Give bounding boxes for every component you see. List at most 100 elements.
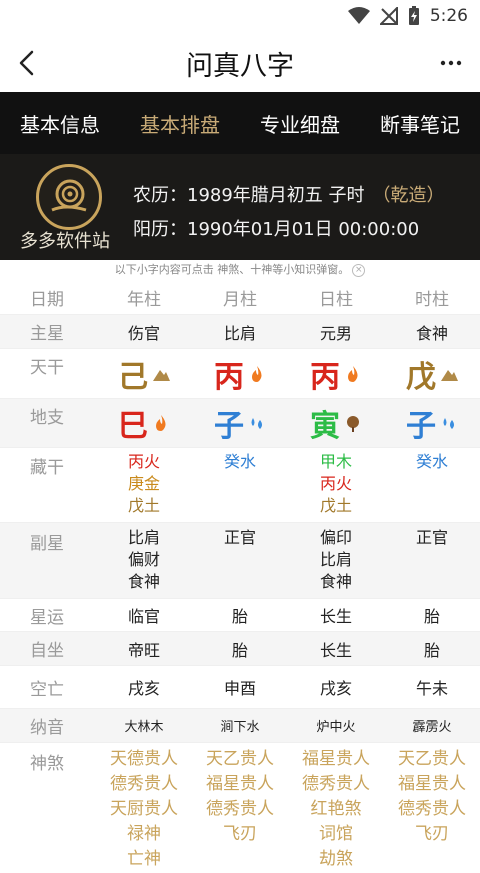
more-options-icon[interactable] xyxy=(436,48,466,78)
main-star-cell[interactable]: 伤官 xyxy=(96,320,192,344)
sub-star-item[interactable]: 比肩 xyxy=(288,549,384,571)
profile-banner: 多多软件站 农历：1989年腊月初五 子时 （乾造） 阳历：1990年01月01日… xyxy=(0,154,480,260)
earthly-branch-char[interactable]: 寅 xyxy=(310,401,340,445)
shensha-item[interactable]: 福星贵人 xyxy=(288,747,384,772)
sub-star-row: 副星 比肩 偏财 食神 正官 偏印 比肩 食神 正官 xyxy=(0,523,480,599)
void-cell[interactable]: 申酉 xyxy=(192,675,288,699)
star-fortune-cell[interactable]: 胎 xyxy=(192,603,288,627)
main-star-cell[interactable]: 食神 xyxy=(384,320,480,344)
hidden-stem-item[interactable]: 丙火 xyxy=(288,473,384,495)
tab-bar: 基本信息 基本排盘 专业细盘 断事笔记 xyxy=(0,92,480,154)
sub-star-item[interactable]: 偏财 xyxy=(96,549,192,571)
row-label-void: 空亡 xyxy=(30,679,64,700)
water-element-icon xyxy=(251,418,262,429)
tab-basic-info[interactable]: 基本信息 xyxy=(0,109,120,138)
self-sit-cell[interactable]: 胎 xyxy=(192,637,288,661)
row-label-hidden-stems: 藏干 xyxy=(30,458,64,478)
main-star-cell[interactable]: 比肩 xyxy=(192,320,288,344)
nayin-cell[interactable]: 炉中火 xyxy=(288,716,384,735)
avatar[interactable] xyxy=(36,164,102,230)
hidden-stem-item[interactable]: 丙火 xyxy=(96,451,192,473)
nayin-row: 纳音 大林木 涧下水 炉中火 霹雳火 xyxy=(0,709,480,743)
lunar-date: 农历：1989年腊月初五 子时 （乾造） xyxy=(133,181,445,207)
shensha-item[interactable]: 天乙贵人 xyxy=(384,747,480,772)
shensha-item[interactable]: 德秀贵人 xyxy=(96,772,192,797)
void-cell[interactable]: 戌亥 xyxy=(288,675,384,699)
earthly-branch-char[interactable]: 子 xyxy=(214,401,244,445)
main-star-cell[interactable]: 元男 xyxy=(288,320,384,344)
shensha-item[interactable]: 亡神 xyxy=(96,847,192,872)
sub-star-item[interactable]: 比肩 xyxy=(96,527,192,549)
shensha-item[interactable]: 天德贵人 xyxy=(96,747,192,772)
nayin-cell[interactable]: 霹雳火 xyxy=(384,716,480,735)
shensha-item[interactable]: 德秀贵人 xyxy=(384,797,480,822)
void-cell[interactable]: 午未 xyxy=(384,675,480,699)
sub-star-item[interactable]: 正官 xyxy=(192,527,288,549)
shensha-item[interactable]: 福星贵人 xyxy=(384,772,480,797)
col-header-month: 月柱 xyxy=(223,289,257,310)
heavenly-stem-char[interactable]: 丙 xyxy=(310,352,340,396)
nayin-cell[interactable]: 涧下水 xyxy=(192,716,288,735)
shensha-item[interactable]: 红艳煞 xyxy=(288,797,384,822)
tab-notes[interactable]: 断事笔记 xyxy=(360,109,480,138)
earth-element-icon xyxy=(441,369,458,381)
heavenly-stem-char[interactable]: 丙 xyxy=(214,352,244,396)
shensha-row: 神煞 天德贵人 德秀贵人 天厨贵人 禄神 亡神 天乙贵人 福星贵人 德秀贵人 飞… xyxy=(0,743,480,873)
star-fortune-cell[interactable]: 临官 xyxy=(96,603,192,627)
star-fortune-cell[interactable]: 长生 xyxy=(288,603,384,627)
col-header-year: 年柱 xyxy=(127,289,161,310)
row-label-heavenly-stem: 天干 xyxy=(30,358,64,378)
self-sit-cell[interactable]: 帝旺 xyxy=(96,637,192,661)
status-time: 5:26 xyxy=(429,6,468,26)
row-label-earthly-branch: 地支 xyxy=(30,408,64,428)
gender-badge: （乾造） xyxy=(372,185,445,206)
tab-pro-detail[interactable]: 专业细盘 xyxy=(240,109,360,138)
hidden-stem-item[interactable]: 癸水 xyxy=(384,451,480,473)
star-fortune-row: 星运 临官 胎 长生 胎 xyxy=(0,599,480,632)
wifi-icon xyxy=(347,7,370,24)
hidden-stem-item[interactable]: 甲木 xyxy=(288,451,384,473)
col-header-day: 日柱 xyxy=(319,289,353,310)
sub-star-item[interactable]: 正官 xyxy=(384,527,480,549)
void-row: 空亡 戌亥 申酉 戌亥 午未 xyxy=(0,666,480,709)
earthly-branch-char[interactable]: 子 xyxy=(406,401,436,445)
earthly-branch-char[interactable]: 巳 xyxy=(118,401,148,445)
fire-element-icon xyxy=(348,365,358,382)
hidden-stem-item[interactable]: 戊土 xyxy=(288,495,384,517)
shensha-item[interactable]: 德秀贵人 xyxy=(192,797,288,822)
shensha-item[interactable]: 飞刃 xyxy=(384,822,480,847)
self-sit-cell[interactable]: 长生 xyxy=(288,637,384,661)
shensha-item[interactable]: 福星贵人 xyxy=(192,772,288,797)
earthly-branch-row: 地支 巳 子 寅 子 xyxy=(0,399,480,448)
hidden-stem-item[interactable]: 戊土 xyxy=(96,495,192,517)
shensha-item[interactable]: 劫煞 xyxy=(288,847,384,872)
heavenly-stem-char[interactable]: 戊 xyxy=(406,352,436,396)
row-label-date: 日期 xyxy=(30,289,64,310)
self-sit-cell[interactable]: 胎 xyxy=(384,637,480,661)
shensha-item[interactable]: 德秀贵人 xyxy=(288,772,384,797)
heavenly-stem-char[interactable]: 己 xyxy=(118,352,148,396)
fire-element-icon xyxy=(156,415,166,431)
tab-basic-chart[interactable]: 基本排盘 xyxy=(120,109,240,138)
table-header-row: 日期 年柱 月柱 日柱 时柱 xyxy=(0,280,480,315)
lunar-date-text: 农历：1989年腊月初五 子时 xyxy=(133,185,365,206)
hidden-stems-row: 藏干 丙火 庚金 戊土 癸水 甲木 丙火 戊土 癸水 xyxy=(0,448,480,523)
hidden-stem-item[interactable]: 庚金 xyxy=(96,473,192,495)
sub-star-item[interactable]: 食神 xyxy=(96,571,192,593)
shensha-item[interactable]: 禄神 xyxy=(96,822,192,847)
nayin-cell[interactable]: 大林木 xyxy=(96,716,192,735)
earth-element-icon xyxy=(153,369,170,381)
hidden-stem-item[interactable]: 癸水 xyxy=(192,451,288,473)
shensha-item[interactable]: 飞刃 xyxy=(192,822,288,847)
close-hint-icon[interactable]: × xyxy=(352,263,366,277)
main-star-row: 主星 伤官 比肩 元男 食神 xyxy=(0,315,480,349)
shensha-item[interactable]: 词馆 xyxy=(288,822,384,847)
star-fortune-cell[interactable]: 胎 xyxy=(384,603,480,627)
void-cell[interactable]: 戌亥 xyxy=(96,675,192,699)
shensha-item[interactable]: 天厨贵人 xyxy=(96,797,192,822)
shensha-item[interactable]: 天乙贵人 xyxy=(192,747,288,772)
sub-star-item[interactable]: 食神 xyxy=(288,571,384,593)
hint-text: 以下小字内容可点击 神煞、十神等小知识弹窗。 xyxy=(114,263,350,276)
sub-star-item[interactable]: 偏印 xyxy=(288,527,384,549)
wood-element-icon xyxy=(347,416,359,432)
